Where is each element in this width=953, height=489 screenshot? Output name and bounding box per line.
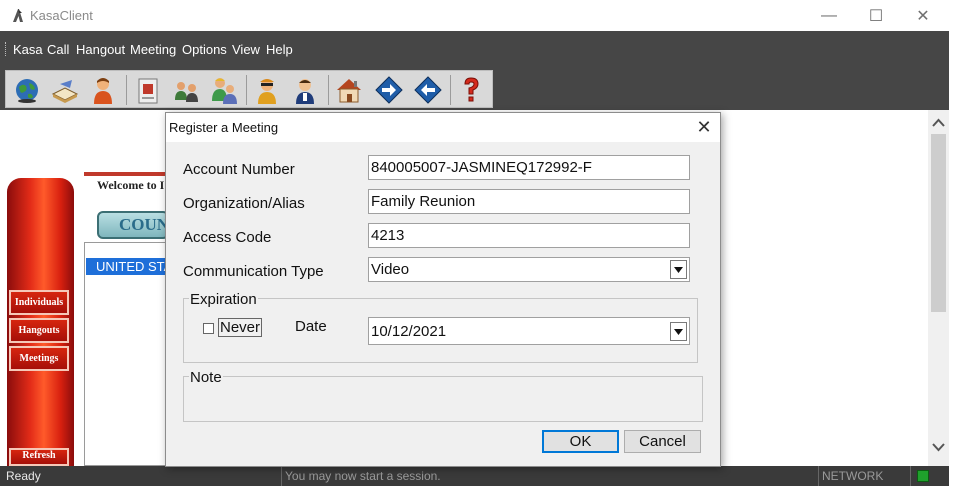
menu-options[interactable]: Options (182, 42, 227, 57)
date-value: 10/12/2021 (371, 323, 447, 340)
cancel-button[interactable]: Cancel (624, 430, 701, 453)
access-code-field[interactable]: 4213 (368, 223, 690, 248)
organization-field[interactable]: Family Reunion (368, 189, 690, 214)
status-ready: Ready (6, 469, 41, 483)
never-checkbox[interactable] (203, 323, 214, 334)
status-message: You may now start a session. (285, 469, 441, 483)
toolbar-separator (450, 75, 451, 105)
note-label: Note (189, 369, 223, 386)
scrollbar-thumb[interactable] (931, 134, 946, 312)
maximize-button[interactable]: ☐ (853, 0, 899, 31)
scroll-down-icon[interactable] (930, 440, 947, 456)
help-icon[interactable] (454, 73, 488, 107)
menu-bar: Kasa Call Hangout Meeting Options View H… (0, 31, 949, 67)
menu-call[interactable]: Call (47, 42, 69, 57)
dialog-title-bar: Register a Meeting ✕ (166, 113, 720, 142)
account-number-field[interactable]: 840005007-JASMINEQ172992-F (368, 155, 690, 180)
app-logo-icon (13, 9, 23, 22)
ok-button[interactable]: OK (542, 430, 619, 453)
title-bar: KasaClient — ☐ ✕ (0, 0, 949, 31)
refresh-button[interactable]: Refresh (9, 448, 69, 466)
status-divider (818, 466, 819, 486)
account-number-label: Account Number (183, 161, 295, 178)
scroll-up-icon[interactable] (930, 116, 947, 132)
communication-type-select[interactable]: Video (368, 257, 690, 282)
menu-meeting[interactable]: Meeting (130, 42, 176, 57)
id-card-icon[interactable] (131, 73, 165, 107)
list-item-selected[interactable]: UNITED STATES (86, 258, 167, 275)
window-title: KasaClient (30, 8, 93, 23)
status-bar: Ready You may now start a session. NETWO… (0, 466, 949, 486)
globe-icon[interactable] (10, 73, 44, 107)
hangouts-button[interactable]: Hangouts (9, 318, 69, 343)
welcome-text: Welcome to I (97, 178, 165, 192)
status-divider (910, 466, 911, 486)
menu-grip[interactable] (5, 42, 7, 56)
home-icon[interactable] (332, 73, 366, 107)
group-icon[interactable] (207, 73, 241, 107)
menu-hangout[interactable]: Hangout (76, 42, 125, 57)
date-label: Date (295, 318, 327, 335)
user-icon[interactable] (86, 73, 120, 107)
chevron-down-icon[interactable] (670, 260, 687, 279)
forward-icon[interactable] (372, 73, 406, 107)
close-window-button[interactable]: ✕ (900, 0, 946, 31)
toolbar (5, 70, 493, 108)
menu-help[interactable]: Help (266, 42, 293, 57)
meetings-button[interactable]: Meetings (9, 346, 69, 371)
status-network: NETWORK (822, 469, 884, 483)
menu-view[interactable]: View (232, 42, 260, 57)
organization-label: Organization/Alias (183, 195, 305, 212)
vertical-scrollbar[interactable] (928, 110, 949, 466)
communication-type-value: Video (371, 261, 410, 278)
country-list[interactable]: UNITED STATES (84, 242, 168, 466)
chevron-down-icon[interactable] (670, 322, 687, 341)
toolbar-separator (246, 75, 247, 105)
operator-icon[interactable] (288, 73, 322, 107)
connect-users-icon[interactable] (169, 73, 203, 107)
menu-kasa[interactable]: Kasa (13, 42, 43, 57)
back-icon[interactable] (411, 73, 445, 107)
network-indicator-icon (917, 470, 929, 482)
register-meeting-dialog: Register a Meeting ✕ Account Number 8400… (165, 112, 721, 467)
communication-type-label: Communication Type (183, 263, 324, 280)
status-divider (281, 466, 282, 486)
book-icon[interactable] (48, 73, 82, 107)
country-button[interactable]: COUNTRY (97, 211, 169, 239)
note-group[interactable] (183, 376, 703, 422)
agent-icon[interactable] (250, 73, 284, 107)
dialog-title: Register a Meeting (169, 120, 279, 135)
date-picker[interactable]: 10/12/2021 (368, 317, 690, 345)
minimize-button[interactable]: — (806, 0, 852, 31)
never-label[interactable]: Never (218, 318, 263, 337)
toolbar-separator (126, 75, 127, 105)
access-code-label: Access Code (183, 229, 272, 246)
toolbar-separator (328, 75, 329, 105)
dialog-close-button[interactable]: ✕ (692, 116, 716, 138)
expiration-label: Expiration (189, 291, 258, 308)
welcome-underline (84, 172, 172, 176)
individuals-button[interactable]: Individuals (9, 290, 69, 315)
